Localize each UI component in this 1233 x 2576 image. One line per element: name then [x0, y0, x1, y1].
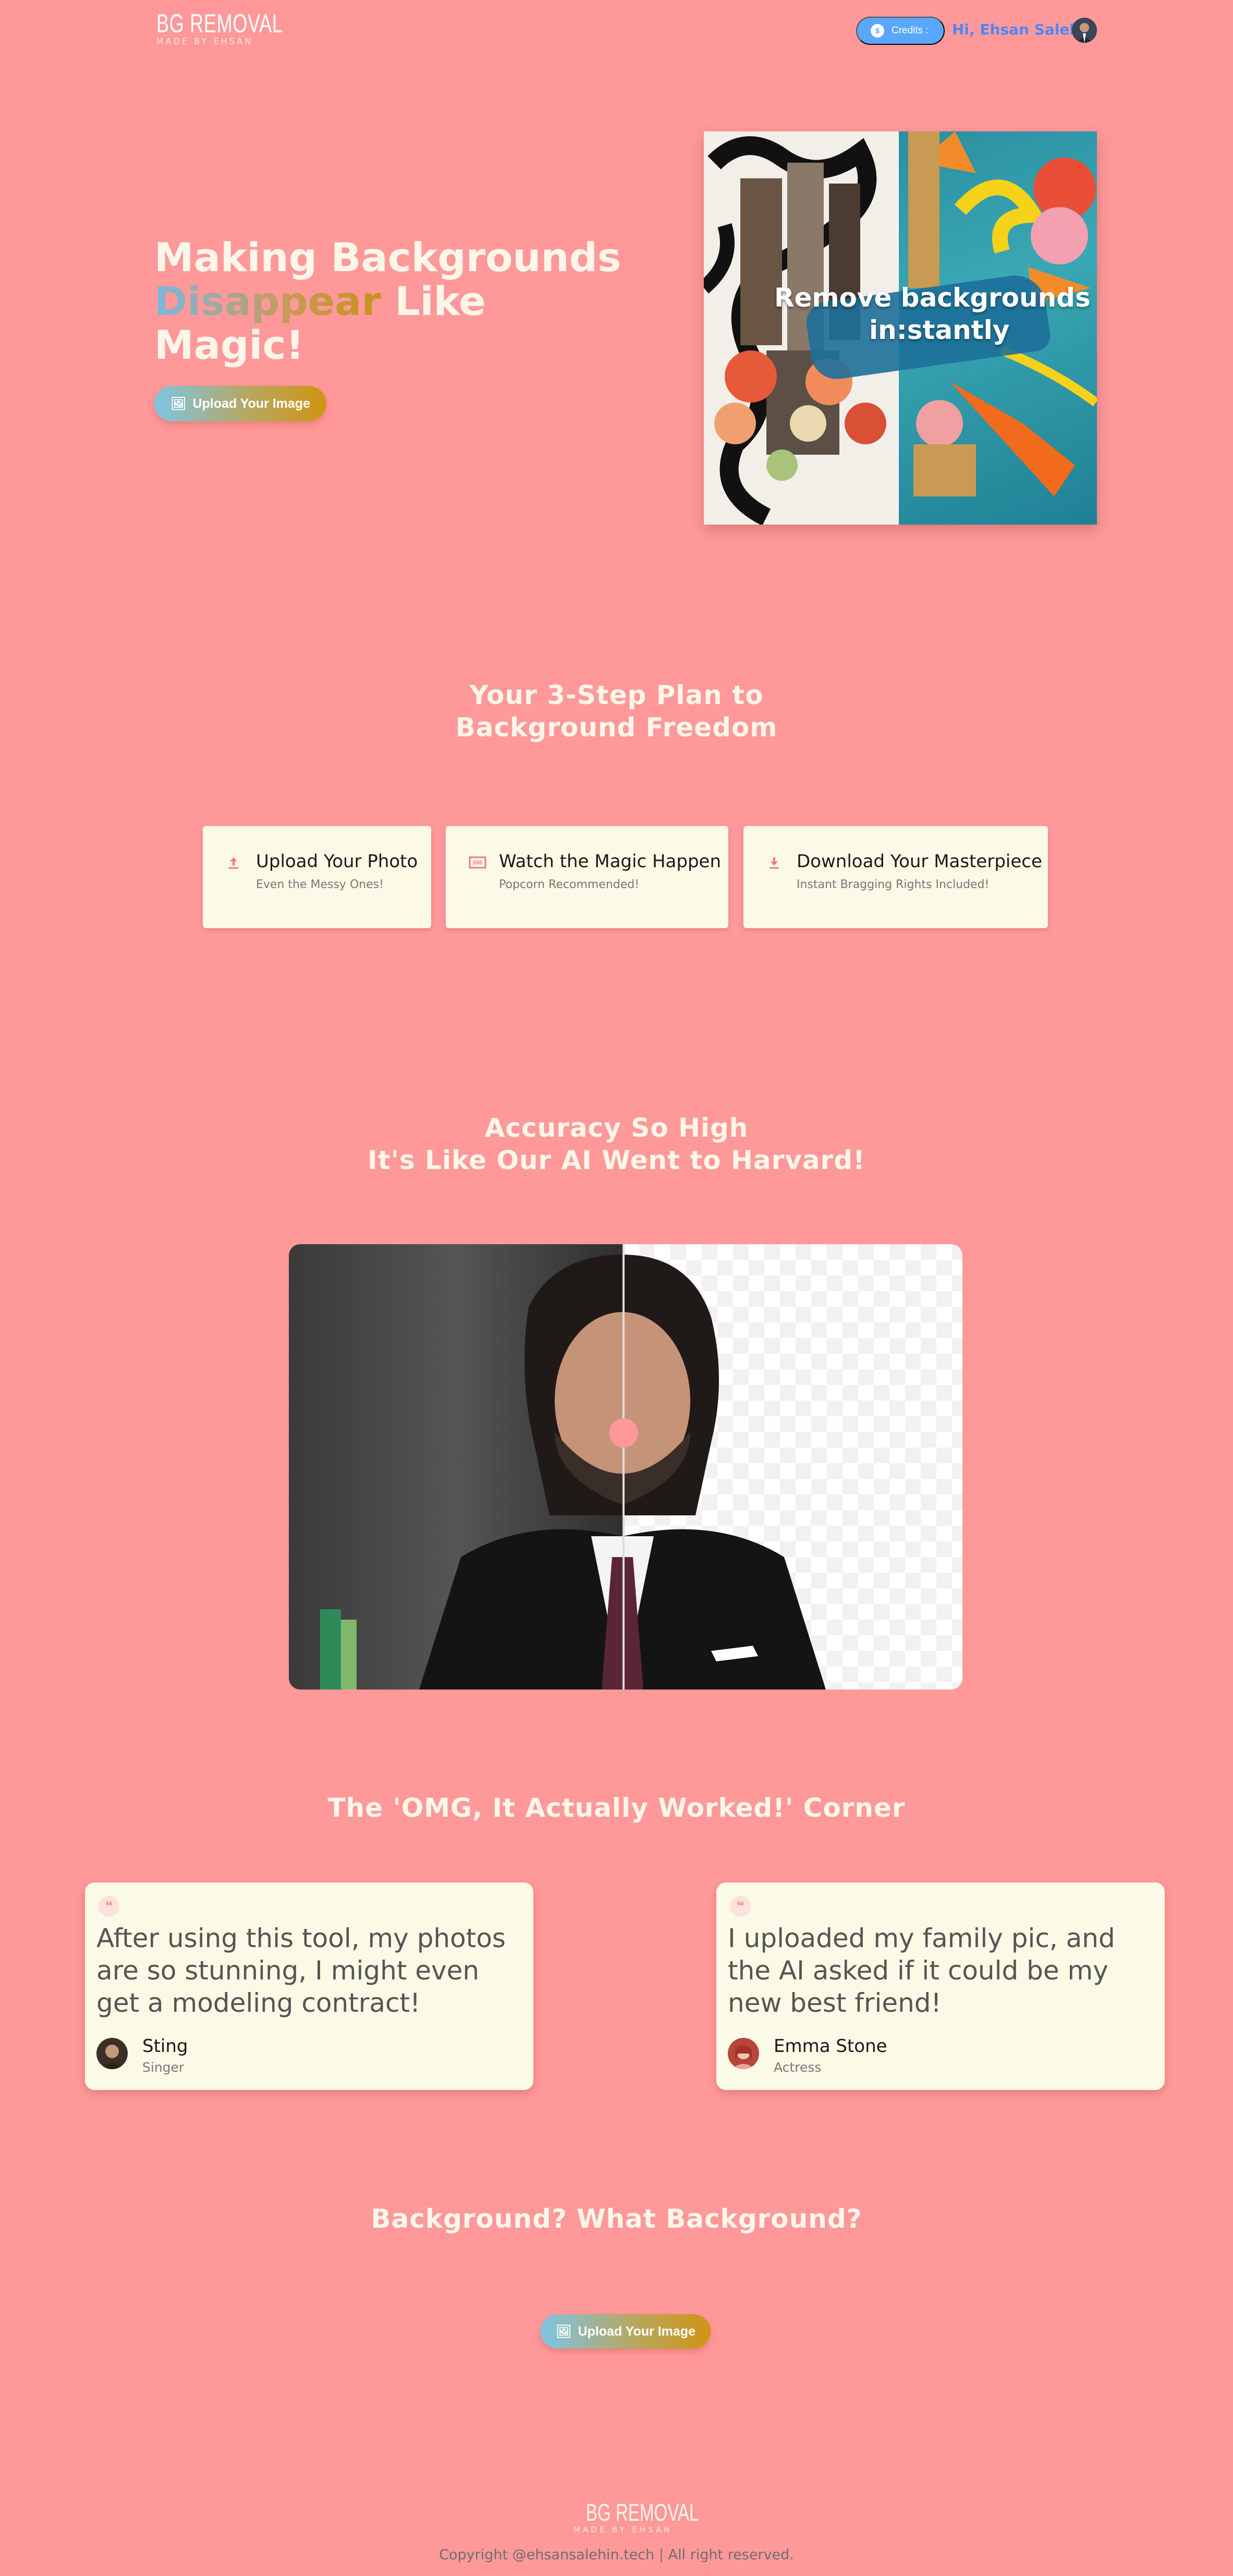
steps-heading-line2: Background Freedom	[455, 712, 778, 743]
hero-title-line1: Making Backgrounds	[154, 234, 621, 281]
step-card-upload: Upload Your Photo Even the Messy Ones!	[203, 826, 431, 928]
steps-heading: Your 3-Step Plan to Background Freedom	[0, 679, 1233, 744]
slider-handle[interactable]	[609, 1418, 638, 1448]
download-icon	[766, 855, 782, 871]
before-after-slider[interactable]	[289, 1244, 962, 1690]
credits-label: Credits :	[892, 25, 929, 36]
step-title: Upload Your Photo	[256, 851, 418, 872]
step-title: Watch the Magic Happen	[499, 851, 721, 872]
hero-title-line3: Magic!	[154, 322, 304, 368]
step-subtitle: Popcorn Recommended!	[499, 878, 640, 891]
testimonials-heading: The 'OMG, It Actually Worked!' Corner	[327, 1793, 906, 1823]
hero-title: Making Backgrounds Disappear Like Magic!	[154, 236, 624, 367]
testimonial-card: ❝ I uploaded my family pic, and the AI a…	[716, 1882, 1165, 2090]
hero-upload-button[interactable]: 🖼 Upload Your Image	[154, 386, 326, 421]
testimonial-role: Singer	[142, 2060, 185, 2075]
image-icon: 🖼	[170, 396, 187, 411]
logo-subtext: MADE BY EHSAN	[156, 37, 253, 47]
hero-title-highlight: Disappear	[154, 278, 381, 324]
accuracy-heading-line1: Accuracy So High	[484, 1113, 749, 1143]
screen-icon	[469, 855, 486, 871]
steps-heading-line1: Your 3-Step Plan to	[469, 680, 764, 710]
user-avatar[interactable]	[1072, 18, 1097, 43]
logo-text: BG REMOVAL	[156, 9, 283, 38]
hero-image-text-2: in:stantly	[869, 315, 1010, 345]
cta-upload-button[interactable]: 🖼 Upload Your Image	[541, 2314, 711, 2349]
accuracy-heading: Accuracy So High It's Like Our AI Went t…	[0, 1112, 1233, 1176]
hero-image: Remove backgrounds in:stantly	[704, 131, 1097, 525]
step-subtitle: Instant Bragging Rights Included!	[797, 878, 990, 891]
quote-icon: ❝	[99, 1896, 119, 1917]
slider-divider[interactable]	[622, 1244, 625, 1690]
hero-title-line2: Like	[381, 278, 486, 324]
testimonial-name: Sting	[142, 2036, 188, 2057]
credits-button[interactable]: $ Credits :	[856, 17, 945, 45]
logo[interactable]: BG REMOVAL MADE BY EHSAN	[156, 9, 283, 51]
step-card-magic: Watch the Magic Happen Popcorn Recommend…	[446, 826, 728, 928]
upload-icon	[226, 855, 241, 871]
footer-logo-subtext: MADE BY EHSAN	[573, 2525, 673, 2534]
avatar	[728, 2038, 759, 2069]
quote-icon: ❝	[730, 1896, 751, 1917]
hero-image-caption: Remove backgrounds in:stantly	[774, 283, 1091, 361]
testimonial-quote: I uploaded my family pic, and the AI ask…	[728, 1923, 1115, 2018]
footer-logo[interactable]: BG REMOVAL MADE BY EHSAN	[573, 2499, 699, 2536]
avatar	[96, 2038, 128, 2069]
cta-upload-label: Upload Your Image	[578, 2324, 695, 2339]
cta-heading: Background? What Background?	[371, 2204, 862, 2234]
testimonial-card: ❝ After using this tool, my photos are s…	[85, 1882, 533, 2090]
accuracy-heading-line2: It's Like Our AI Went to Harvard!	[368, 1145, 865, 1175]
copyright-text: Copyright @ehsansalehin.tech | All right…	[439, 2547, 794, 2563]
hero-image-text-1: Remove backgrounds	[774, 283, 1091, 313]
testimonial-role: Actress	[774, 2060, 822, 2075]
hero-upload-label: Upload Your Image	[192, 396, 310, 411]
testimonial-name: Emma Stone	[774, 2036, 887, 2057]
footer-logo-text: BG REMOVAL	[585, 2499, 699, 2526]
testimonial-quote: After using this tool, my photos are so …	[96, 1923, 506, 2018]
image-icon: 🖼	[556, 2324, 572, 2339]
step-title: Download Your Masterpiece	[797, 851, 1042, 872]
step-subtitle: Even the Messy Ones!	[256, 878, 384, 891]
step-card-download: Download Your Masterpiece Instant Braggi…	[743, 826, 1048, 928]
credits-icon: $	[871, 24, 884, 38]
